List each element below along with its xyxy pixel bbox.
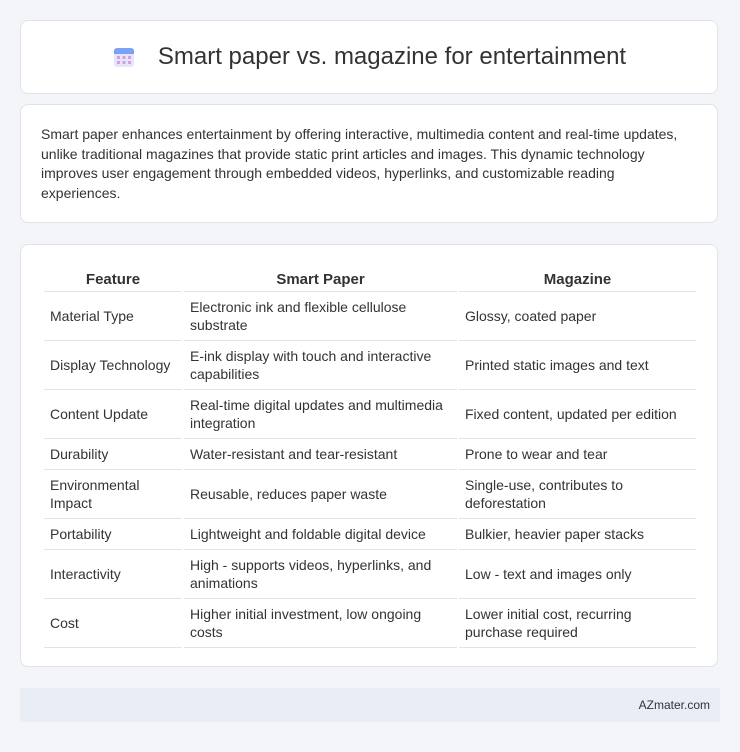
footer-credit: AZmater.com — [638, 698, 710, 712]
feature-cell: Interactivity — [44, 550, 182, 599]
column-header-feature: Feature — [44, 265, 182, 292]
footer: AZmater.com — [20, 688, 720, 722]
table-row: Cost Higher initial investment, low ongo… — [44, 599, 696, 648]
feature-cell: Environmental Impact — [44, 470, 182, 519]
magazine-cell: Printed static images and text — [459, 341, 696, 390]
feature-cell: Cost — [44, 599, 182, 648]
magazine-cell: Prone to wear and tear — [459, 439, 696, 470]
smart-paper-cell: Higher initial investment, low ongoing c… — [184, 599, 457, 648]
smart-paper-cell: Real-time digital updates and multimedia… — [184, 390, 457, 439]
feature-cell: Display Technology — [44, 341, 182, 390]
comparison-card: Feature Smart Paper Magazine Material Ty… — [20, 244, 718, 667]
magazine-cell: Lower initial cost, recurring purchase r… — [459, 599, 696, 648]
table-header-row: Feature Smart Paper Magazine — [44, 265, 696, 292]
table-row: Material Type Electronic ink and flexibl… — [44, 292, 696, 341]
feature-cell: Durability — [44, 439, 182, 470]
column-header-smart-paper: Smart Paper — [184, 265, 457, 292]
table-row: Portability Lightweight and foldable dig… — [44, 519, 696, 550]
table-row: Durability Water-resistant and tear-resi… — [44, 439, 696, 470]
smart-paper-cell: E-ink display with touch and interactive… — [184, 341, 457, 390]
smart-paper-cell: Water-resistant and tear-resistant — [184, 439, 457, 470]
smart-paper-cell: Lightweight and foldable digital device — [184, 519, 457, 550]
magazine-cell: Fixed content, updated per edition — [459, 390, 696, 439]
table-row: Environmental Impact Reusable, reduces p… — [44, 470, 696, 519]
smart-paper-cell: Reusable, reduces paper waste — [184, 470, 457, 519]
feature-cell: Content Update — [44, 390, 182, 439]
intro-card: Smart paper enhances entertainment by of… — [20, 104, 718, 223]
magazine-cell: Single-use, contributes to deforestation — [459, 470, 696, 519]
comparison-table: Feature Smart Paper Magazine Material Ty… — [42, 265, 698, 648]
magazine-cell: Glossy, coated paper — [459, 292, 696, 341]
calendar-icon — [112, 45, 136, 69]
intro-text: Smart paper enhances entertainment by of… — [41, 126, 678, 201]
table-row: Display Technology E-ink display with to… — [44, 341, 696, 390]
smart-paper-cell: Electronic ink and flexible cellulose su… — [184, 292, 457, 341]
table-row: Content Update Real-time digital updates… — [44, 390, 696, 439]
title-card: Smart paper vs. magazine for entertainme… — [20, 20, 718, 94]
column-header-magazine: Magazine — [459, 265, 696, 292]
feature-cell: Material Type — [44, 292, 182, 341]
table-row: Interactivity High - supports videos, hy… — [44, 550, 696, 599]
smart-paper-cell: High - supports videos, hyperlinks, and … — [184, 550, 457, 599]
magazine-cell: Low - text and images only — [459, 550, 696, 599]
magazine-cell: Bulkier, heavier paper stacks — [459, 519, 696, 550]
page-title: Smart paper vs. magazine for entertainme… — [157, 43, 627, 70]
feature-cell: Portability — [44, 519, 182, 550]
